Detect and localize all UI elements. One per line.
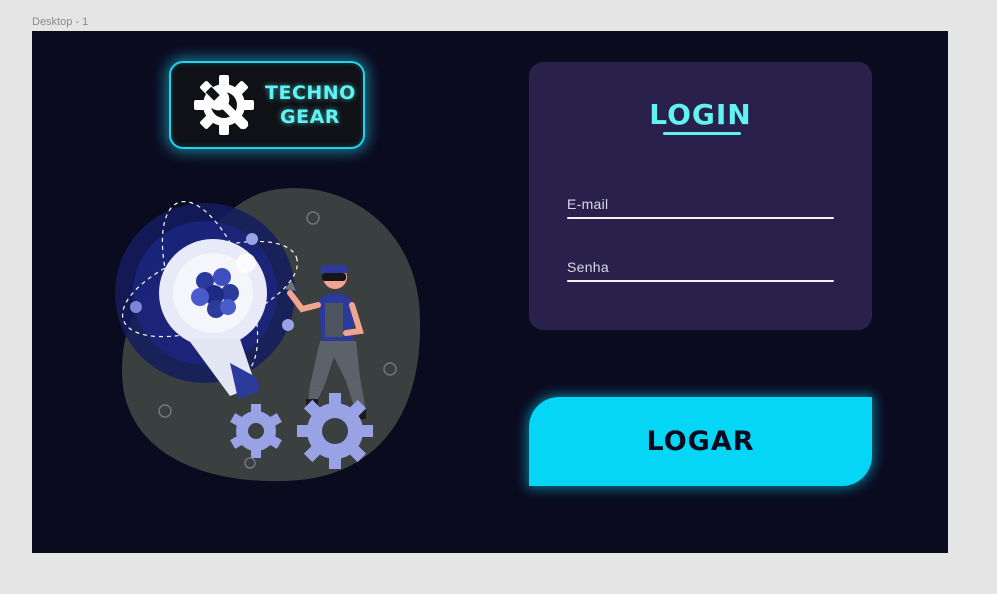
logar-button[interactable]: LOGAR [529,397,872,486]
gear-wrench-icon [194,75,254,135]
desktop-frame: TECHNO GEAR LOGIN E-mail LOGAR [32,31,948,553]
email-field[interactable] [567,194,834,214]
logo-wordmark: TECHNO GEAR [265,81,355,129]
password-field-underline [567,280,834,282]
login-panel: LOGIN [529,62,872,330]
email-field-group [567,194,834,219]
password-field-group [567,257,834,282]
techno-gear-logo: TECHNO GEAR [169,61,365,149]
frame-label: Desktop - 1 [32,16,89,28]
login-title-underline [663,132,741,135]
logo-line-1: TECHNO [265,82,356,104]
password-field[interactable] [567,257,834,277]
gear-large-icon [297,393,373,469]
login-title: LOGIN [649,98,752,131]
logo-line-2: GEAR [280,106,340,128]
hero-illustration [115,188,421,482]
email-field-underline [567,217,834,219]
